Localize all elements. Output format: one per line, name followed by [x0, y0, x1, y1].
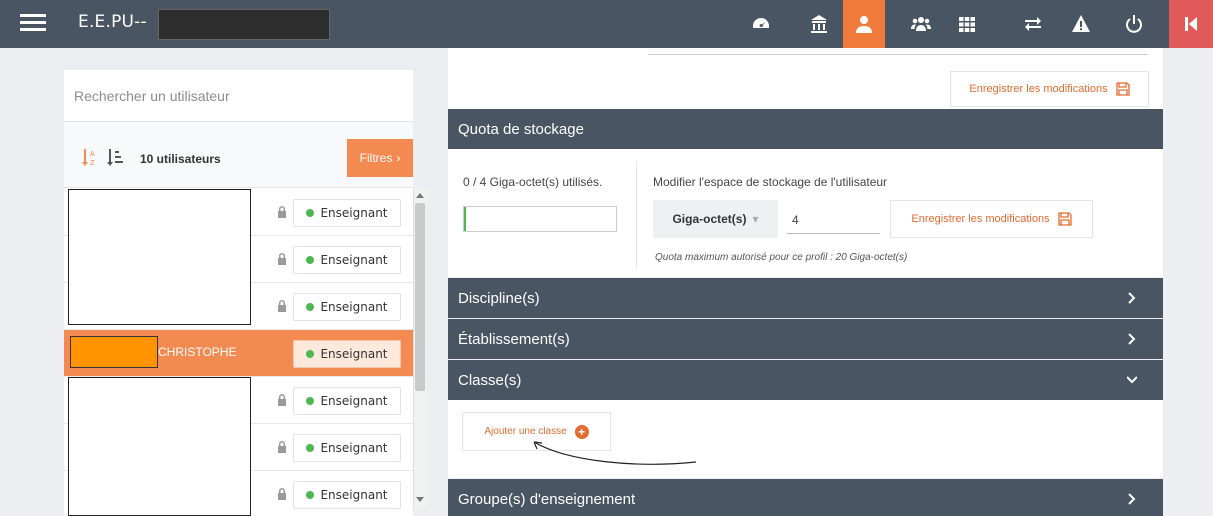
divider	[636, 161, 637, 269]
floppy-disk-icon	[1057, 212, 1072, 226]
status-dot-icon	[306, 397, 315, 405]
classes-section: Ajouter une classe +	[448, 400, 1163, 478]
user-icon[interactable]	[843, 0, 885, 48]
chevron-down-icon	[1127, 376, 1137, 384]
section-classes-header[interactable]: Classe(s)	[448, 360, 1163, 400]
svg-text:A: A	[90, 150, 95, 158]
floppy-disk-icon	[1115, 82, 1130, 96]
section-title: Classe(s)	[458, 371, 522, 389]
role-badge[interactable]: Enseignant	[293, 340, 401, 368]
user-name: CHRISTOPHE	[158, 345, 237, 359]
users-group-icon[interactable]	[900, 0, 942, 48]
section-disciplines-header[interactable]: Discipline(s)	[448, 278, 1163, 318]
redacted-name-block	[70, 336, 158, 368]
role-label: Enseignant	[320, 347, 388, 361]
quota-used-text: 0 / 4 Giga-octet(s) utilisés.	[463, 175, 603, 189]
save-label: Enregistrer les modifications	[911, 213, 1050, 225]
chevron-right-icon	[1128, 333, 1136, 345]
status-dot-icon	[306, 209, 315, 217]
profile-form-tail: Enregistrer les modifications	[448, 48, 1163, 109]
status-dot-icon	[306, 491, 315, 499]
user-detail-panel: Enregistrer les modifications Quota de s…	[448, 48, 1163, 516]
section-groupes-header[interactable]: Groupe(s) d'enseignement	[448, 479, 1163, 516]
redacted-title-block	[158, 9, 330, 40]
caret-down-icon: ▾	[752, 212, 759, 226]
warning-icon[interactable]	[1060, 0, 1102, 48]
app-title: E.E.PU--	[78, 12, 147, 32]
sort-toolbar: A Z 10 utilisateurs Filtres ›	[64, 122, 413, 188]
role-label: Enseignant	[320, 206, 388, 220]
lock-icon	[276, 392, 288, 406]
exchange-icon[interactable]	[1012, 0, 1054, 48]
save-label: Enregistrer les modifications	[969, 83, 1108, 95]
scroll-up-icon[interactable]	[416, 193, 424, 198]
school-icon[interactable]	[798, 0, 840, 48]
lock-icon	[276, 486, 288, 500]
scrollbar-thumb[interactable]	[415, 203, 425, 391]
role-badge[interactable]: Enseignant	[293, 434, 401, 462]
status-dot-icon	[306, 444, 315, 452]
role-label: Enseignant	[320, 253, 388, 267]
section-title: Discipline(s)	[458, 289, 540, 307]
role-badge[interactable]: Enseignant	[293, 293, 401, 321]
svg-text:Z: Z	[90, 159, 95, 166]
chevron-right-icon	[1128, 292, 1136, 304]
save-changes-button[interactable]: Enregistrer les modifications	[950, 71, 1149, 107]
user-list-panel: A Z 10 utilisateurs Filtres › Enseignant…	[64, 70, 413, 516]
redacted-names-block	[68, 377, 251, 516]
lock-icon	[276, 298, 288, 312]
quota-max-text: Quota maximum autorisé pour ce profil : …	[655, 252, 908, 263]
chevron-right-icon: ›	[396, 151, 401, 165]
exit-icon[interactable]	[1169, 0, 1213, 48]
annotation-arrow	[533, 441, 697, 465]
redacted-names-block	[68, 189, 251, 325]
role-badge[interactable]: Enseignant	[293, 481, 401, 509]
sort-list-icon[interactable]	[105, 148, 125, 166]
section-title: Quota de stockage	[458, 120, 584, 138]
scroll-down-icon[interactable]	[416, 497, 424, 502]
role-label: Enseignant	[320, 441, 388, 455]
role-badge[interactable]: Enseignant	[293, 246, 401, 274]
quota-progress-fill	[464, 207, 466, 231]
section-quota-header: Quota de stockage	[448, 109, 1163, 149]
dashboard-icon[interactable]	[740, 0, 782, 48]
user-list: Enseignant Enseignant Enseignant CHRISTO…	[64, 189, 413, 516]
section-etablissements-header[interactable]: Établissement(s)	[448, 319, 1163, 359]
unit-select[interactable]: Giga-octet(s) ▾	[653, 200, 778, 238]
lock-icon	[276, 204, 288, 218]
hamburger-menu-icon[interactable]	[18, 10, 48, 38]
sort-alpha-icon[interactable]: A Z	[80, 148, 100, 166]
unit-value: Giga-octet(s)	[672, 212, 747, 226]
role-label: Enseignant	[320, 488, 388, 502]
filters-label: Filtres	[359, 151, 393, 165]
save-quota-button[interactable]: Enregistrer les modifications	[890, 200, 1093, 238]
user-list-scrollbar[interactable]	[413, 189, 426, 510]
status-dot-icon	[306, 303, 315, 311]
role-badge[interactable]: Enseignant	[293, 199, 401, 227]
role-label: Enseignant	[320, 300, 388, 314]
grid-icon[interactable]	[946, 0, 988, 48]
quota-modify-label: Modifier l'espace de stockage de l'utili…	[653, 175, 888, 189]
section-title: Établissement(s)	[458, 330, 570, 348]
quota-value-input[interactable]	[787, 206, 880, 234]
search-user-input[interactable]	[64, 70, 413, 122]
field-underline	[648, 54, 1148, 55]
lock-icon	[276, 251, 288, 265]
role-badge[interactable]: Enseignant	[293, 387, 401, 415]
role-label: Enseignant	[320, 394, 388, 408]
top-navigation-bar: E.E.PU--	[0, 0, 1213, 48]
filters-button[interactable]: Filtres ›	[347, 139, 413, 177]
status-dot-icon	[306, 350, 315, 358]
chevron-right-icon	[1128, 493, 1136, 505]
user-count-label: 10 utilisateurs	[140, 152, 221, 166]
power-icon[interactable]	[1113, 0, 1155, 48]
lock-icon	[276, 439, 288, 453]
section-title: Groupe(s) d'enseignement	[458, 490, 636, 508]
user-row-selected[interactable]: CHRISTOPHE Enseignant	[64, 330, 413, 377]
quota-progress-bar	[463, 206, 617, 232]
status-dot-icon	[306, 256, 315, 264]
